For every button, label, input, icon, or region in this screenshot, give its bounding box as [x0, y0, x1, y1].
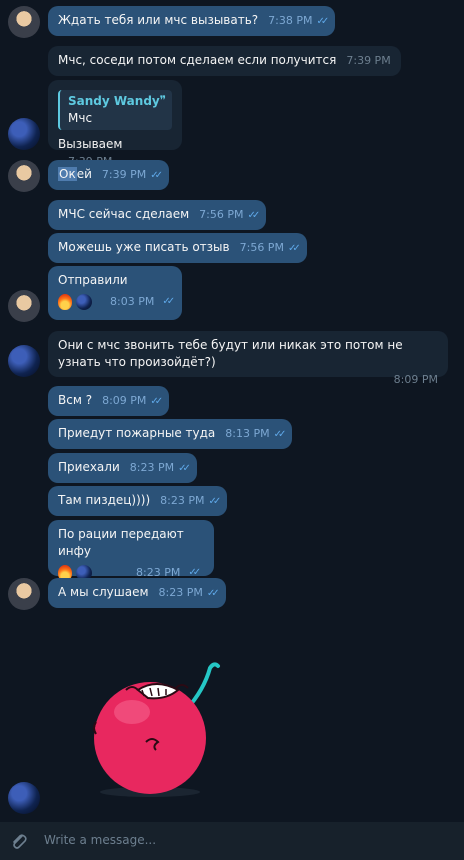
message-bubble[interactable]: Всм ? 8:09 PM ✓✓ [48, 386, 170, 416]
message-text: Там пиздец)))) [58, 493, 151, 507]
reactor-avatar [76, 293, 92, 310]
reactions[interactable]: 8:03 PM ✓✓ [58, 293, 175, 310]
message-text: Приедут пожарные туда [58, 426, 216, 440]
double-check-icon: ✓✓ [287, 243, 301, 254]
message-time: 7:39 PM [346, 54, 391, 67]
message-time: 7:56 PM [239, 241, 284, 254]
message-bubble[interactable]: Они с мчс звонить тебе будут или никак э… [48, 331, 448, 386]
message-text: Отправили [58, 273, 128, 287]
message-text: Ждать тебя или мчс вызывать? [58, 13, 259, 27]
message-bubble[interactable]: Приедут пожарные туда 8:13 PM ✓✓ [48, 419, 293, 449]
quote-text: Мчс [68, 111, 93, 125]
paperclip-icon[interactable] [10, 832, 28, 850]
double-check-icon: ✓✓ [150, 170, 163, 181]
avatar[interactable] [8, 160, 40, 192]
avatar[interactable] [8, 782, 40, 814]
message-bubble[interactable]: Отправили 8:03 PM ✓✓ [48, 266, 182, 320]
avatar[interactable] [8, 290, 40, 322]
message-time: 8:23 PM [160, 494, 205, 507]
message-composer: Write a message... [0, 822, 464, 860]
message-time: 8:13 PM [225, 427, 270, 440]
message-time: 8:09 PM [102, 394, 147, 407]
message-text: Можешь уже писать отзыв [58, 240, 230, 254]
message-time: 8:03 PM [110, 295, 155, 308]
quote-author: Sandy Wandy [68, 94, 160, 108]
message-time: 8:23 PM [158, 586, 203, 599]
message-time: 7:39 PM [101, 168, 147, 181]
cherry-sticker[interactable] [86, 660, 236, 800]
chat-history[interactable]: Ждать тебя или мчс вызывать? 7:38 PM ✓✓ Мч… [0, 0, 464, 822]
avatar[interactable] [8, 118, 40, 150]
fire-reaction-icon[interactable] [58, 293, 72, 310]
double-check-icon: ✓✓ [316, 16, 329, 27]
double-check-icon: ✓✓ [178, 463, 191, 474]
double-check-icon: ✓✓ [206, 588, 220, 599]
double-check-icon: ✓✓ [273, 429, 287, 440]
message-text-selected: Ок [58, 167, 77, 181]
double-check-icon: ✓✓ [150, 396, 163, 407]
message-time: 7:56 PM [199, 208, 244, 221]
avatar[interactable] [8, 345, 40, 377]
message-text: Всм ? [58, 393, 93, 407]
message-bubble[interactable]: Ждать тебя или мчс вызывать? 7:38 PM ✓✓ [48, 6, 336, 36]
message-time: 7:38 PM [268, 14, 313, 27]
message-bubble[interactable]: Мчс, соседи потом сделаем если получится… [48, 46, 401, 76]
avatar[interactable] [8, 6, 40, 38]
message-input[interactable]: Write a message... [44, 833, 156, 847]
message-text: По рации передают инфу [58, 527, 184, 558]
message-time: 8:09 PM [393, 373, 438, 386]
message-text: МЧС сейчас сделаем [58, 207, 190, 221]
message-text: А мы слушаем [58, 585, 149, 599]
quote-icon: ❞ [159, 93, 166, 107]
message-bubble[interactable]: МЧС сейчас сделаем 7:56 PM ✓✓ [48, 200, 267, 230]
message-time: 8:23 PM [129, 461, 175, 474]
message-text: Приехали [58, 460, 120, 474]
double-check-icon: ✓✓ [208, 496, 221, 507]
message-bubble[interactable]: Окей 7:39 PM ✓✓ [48, 160, 169, 190]
reply-quote[interactable]: Sandy Wandy Мчс ❞ [58, 90, 172, 130]
message-bubble[interactable]: По рации передают инфу 8:23 PM ✓✓ [48, 520, 214, 581]
message-bubble[interactable]: А мы слушаем 8:23 PM ✓✓ [48, 578, 226, 608]
message-text: Мчс, соседи потом сделаем если получится [58, 53, 337, 67]
message-text: ей [76, 167, 92, 181]
double-check-icon: ✓✓ [247, 210, 260, 221]
message-text: Они с мчс звонить тебе будут или никак э… [58, 338, 403, 369]
avatar[interactable] [8, 578, 40, 610]
message-text: Вызываем [58, 137, 123, 151]
message-bubble[interactable]: Там пиздец)))) 8:23 PM ✓✓ [48, 486, 228, 516]
message-bubble[interactable]: Приехали 8:23 PM ✓✓ [48, 453, 197, 483]
double-check-icon: ✓✓ [162, 296, 175, 307]
message-bubble[interactable]: Можешь уже писать отзыв 7:56 PM ✓✓ [48, 233, 307, 263]
message-bubble[interactable]: Sandy Wandy Мчс ❞ Вызываем7:39 PM [48, 80, 182, 168]
